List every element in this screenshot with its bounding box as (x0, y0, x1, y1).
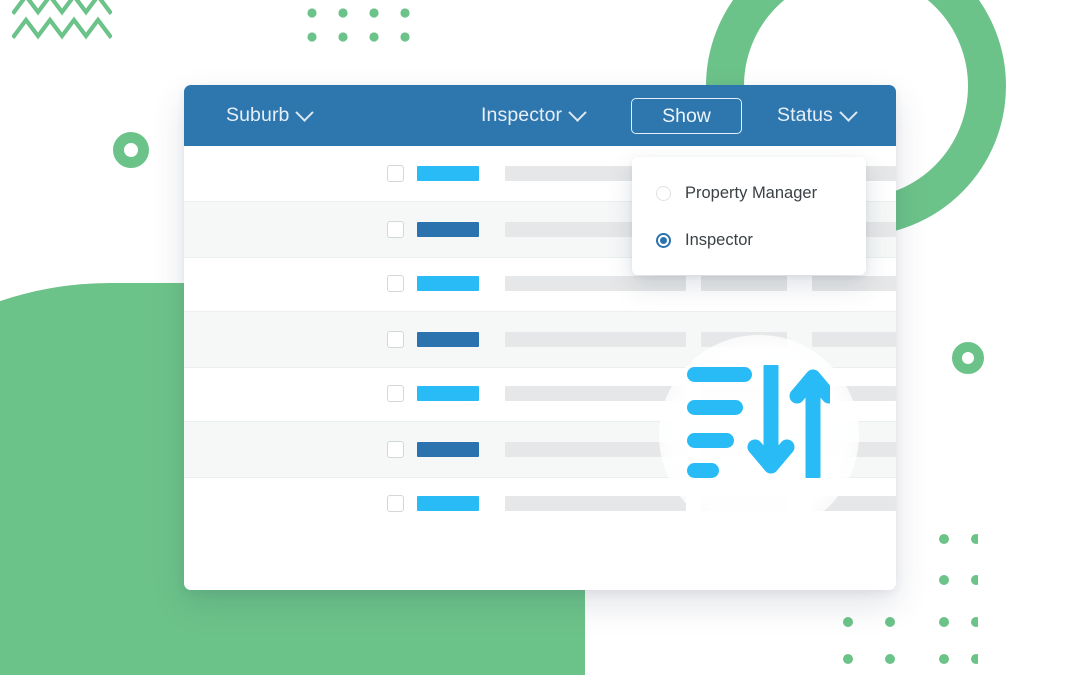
row-placeholder-cell (701, 442, 787, 457)
row-placeholder-cell (505, 276, 686, 291)
row-checkbox[interactable] (387, 221, 404, 238)
row-checkbox[interactable] (387, 331, 404, 348)
row-checkbox[interactable] (387, 385, 404, 402)
filter-inspector[interactable]: Inspector (481, 103, 587, 127)
row-tag (417, 496, 479, 511)
row-placeholder-cell (701, 276, 787, 291)
row-placeholder-cell (505, 386, 686, 401)
dropdown-option-inspector[interactable]: Inspector (656, 231, 753, 250)
table-row[interactable] (184, 476, 896, 531)
row-placeholder-cell (812, 386, 896, 401)
dot-grid-top-icon (307, 8, 410, 42)
filter-suburb[interactable]: Suburb (226, 103, 315, 127)
row-tag (417, 166, 479, 181)
row-checkbox[interactable] (387, 165, 404, 182)
row-tag (417, 442, 479, 457)
row-tag (417, 276, 479, 291)
row-placeholder-cell (701, 332, 787, 347)
radio-unselected-icon[interactable] (656, 186, 671, 201)
card-toolbar: Suburb Inspector Show Status (184, 85, 896, 146)
chevron-down-icon (295, 103, 315, 122)
show-button[interactable]: Show (631, 98, 742, 134)
row-checkbox[interactable] (387, 495, 404, 512)
dropdown-option-property-manager[interactable]: Property Manager (656, 184, 817, 203)
ring-shape-right-icon (952, 342, 984, 374)
table-row[interactable] (184, 366, 896, 421)
row-tag (417, 332, 479, 347)
chevron-down-icon (568, 103, 587, 122)
ring-shape-left-icon (113, 132, 149, 168)
row-placeholder-cell (812, 442, 896, 457)
row-placeholder-cell (812, 496, 896, 511)
filter-suburb-label: Suburb (226, 104, 290, 126)
chevron-down-icon (839, 103, 858, 122)
inspector-filter-dropdown[interactable]: Property Manager Inspector (632, 157, 866, 275)
row-placeholder-cell (812, 276, 896, 291)
zigzag-pattern-icon (12, 0, 112, 40)
dropdown-option-label: Property Manager (685, 184, 818, 202)
row-placeholder-cell (505, 442, 686, 457)
filter-status[interactable]: Status (777, 103, 858, 127)
property-list-card: Suburb Inspector Show Status Property Ma… (184, 85, 896, 590)
row-placeholder-cell (812, 332, 896, 347)
row-checkbox[interactable] (387, 441, 404, 458)
table-row[interactable] (184, 421, 896, 478)
show-button-label: Show (662, 104, 711, 127)
dropdown-option-label: Inspector (685, 231, 753, 249)
radio-selected-icon[interactable] (656, 233, 671, 248)
row-tag (417, 386, 479, 401)
table-row[interactable] (184, 311, 896, 368)
filter-status-label: Status (777, 104, 833, 126)
screenshot-stage: Suburb Inspector Show Status Property Ma… (0, 0, 1080, 675)
row-placeholder-cell (505, 332, 686, 347)
filter-inspector-label: Inspector (481, 104, 563, 126)
row-placeholder-cell (701, 496, 787, 511)
row-placeholder-cell (505, 496, 686, 511)
row-tag (417, 222, 479, 237)
row-checkbox[interactable] (387, 275, 404, 292)
row-placeholder-cell (701, 386, 787, 401)
